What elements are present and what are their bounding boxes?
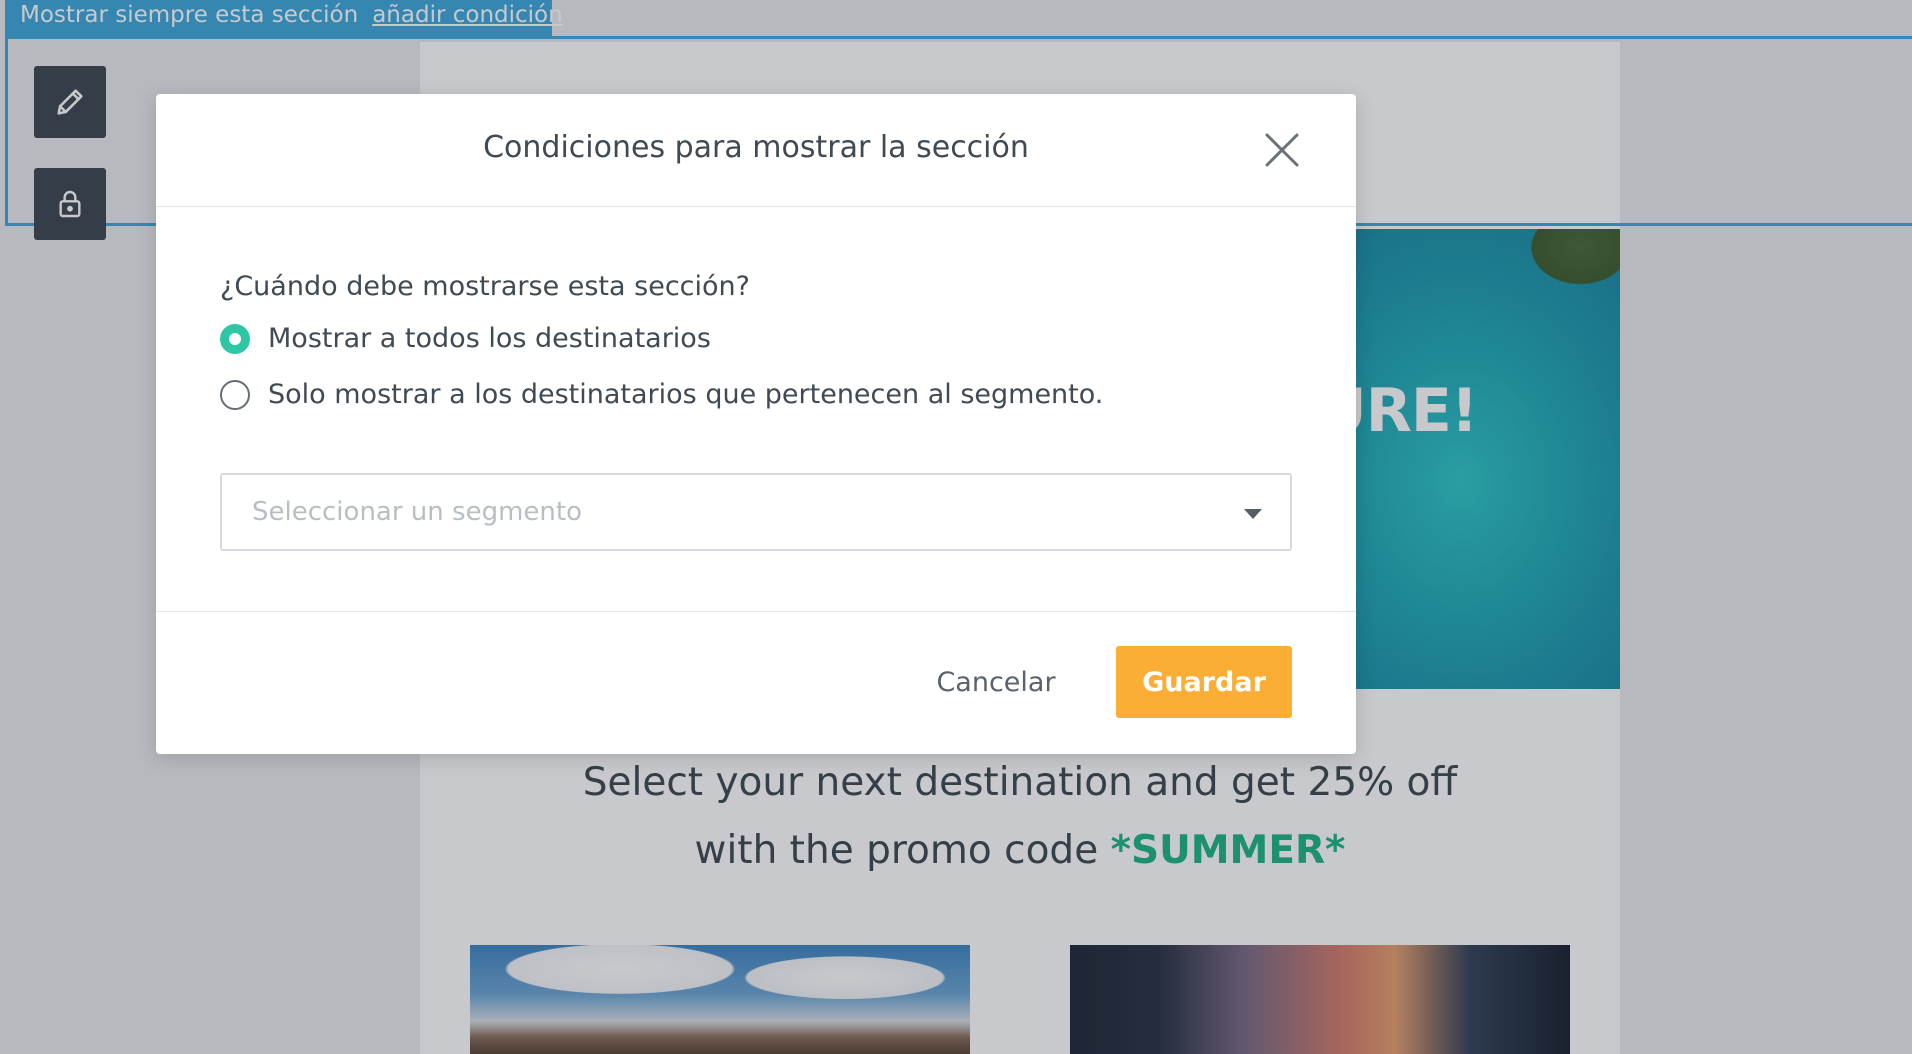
visibility-question: ¿Cuándo debe mostrarse esta sección? <box>220 271 750 302</box>
radio-all-recipients[interactable] <box>220 323 250 354</box>
section-conditions-modal: Condiciones para mostrar la sección ¿Cuá… <box>156 94 1356 754</box>
radio-segment-only[interactable] <box>220 379 250 410</box>
save-button[interactable]: Guardar <box>1116 646 1292 718</box>
option-all-recipients[interactable]: Mostrar a todos los destinatarios <box>220 323 711 354</box>
cancel-button[interactable]: Cancelar <box>926 646 1066 718</box>
option-segment-only-label: Solo mostrar a los destinatarios que per… <box>268 379 1104 410</box>
modal-header: Condiciones para mostrar la sección <box>156 94 1356 207</box>
option-all-recipients-label: Mostrar a todos los destinatarios <box>268 323 711 354</box>
segment-select-placeholder: Seleccionar un segmento <box>252 497 582 527</box>
modal-title: Condiciones para mostrar la sección <box>483 130 1029 165</box>
modal-body: ¿Cuándo debe mostrarse esta sección? Mos… <box>156 207 1356 612</box>
close-button[interactable] <box>1264 132 1300 168</box>
close-icon <box>1265 133 1299 167</box>
modal-footer: Cancelar Guardar <box>156 612 1356 755</box>
segment-select[interactable]: Seleccionar un segmento <box>220 473 1292 551</box>
caret-down-icon <box>1244 509 1262 519</box>
option-segment-only[interactable]: Solo mostrar a los destinatarios que per… <box>220 379 1103 410</box>
